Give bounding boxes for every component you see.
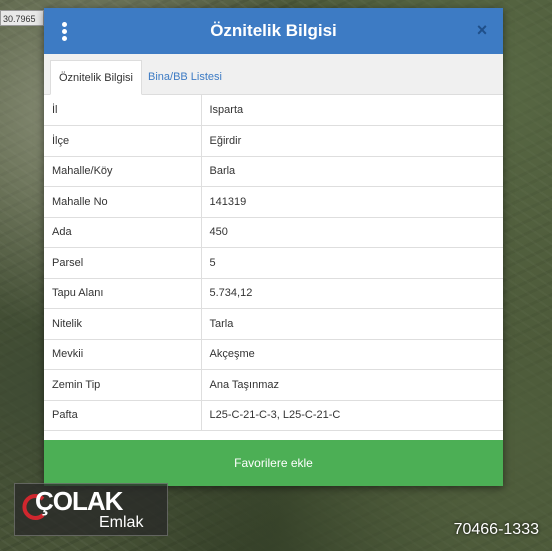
row-value: 141319 bbox=[201, 186, 503, 218]
row-value: Eğirdir bbox=[201, 125, 503, 157]
row-key: Mahalle No bbox=[44, 186, 202, 218]
coordinate-label: 30.7965 bbox=[0, 10, 44, 26]
dialog-header: Öznitelik Bilgisi × bbox=[44, 8, 503, 54]
close-icon[interactable]: × bbox=[473, 20, 491, 40]
tab-bar: Öznitelik Bilgisi Bina/BB Listesi bbox=[44, 54, 503, 95]
row-key: Pafta bbox=[44, 400, 202, 431]
attribute-table: İl Isparta İlçe Eğirdir Mahalle/Köy Barla Maha… bbox=[44, 95, 503, 431]
table-row: Ada 450 bbox=[44, 217, 503, 248]
row-key: Parsel bbox=[44, 247, 202, 279]
logo-brand-name: ÇOLAK bbox=[35, 486, 123, 516]
phone-number: 70466-1333 bbox=[453, 521, 539, 538]
row-value: Tarla bbox=[201, 308, 503, 340]
brand-logo: ÇOLAK Emlak bbox=[14, 483, 168, 536]
table-row: Tapu Alanı 5.734,12 bbox=[44, 278, 503, 309]
logo-brand-sub: Emlak bbox=[99, 514, 144, 531]
row-key: İlçe bbox=[44, 125, 202, 157]
row-value: Barla bbox=[201, 156, 503, 187]
table-row: Mahalle/Köy Barla bbox=[44, 156, 503, 187]
dialog-title: Öznitelik Bilgisi bbox=[210, 21, 337, 40]
table-row: İlçe Eğirdir bbox=[44, 125, 503, 157]
row-key: Mahalle/Köy bbox=[44, 156, 202, 187]
table-row: Pafta L25-C-21-C-3, L25-C-21-C bbox=[44, 400, 503, 431]
table-row: Zemin Tip Ana Taşınmaz bbox=[44, 369, 503, 401]
row-value: Akçeşme bbox=[201, 339, 503, 370]
row-key: Ada bbox=[44, 217, 202, 248]
table-row: Mahalle No 141319 bbox=[44, 186, 503, 218]
row-value: 5 bbox=[201, 247, 503, 279]
table-row: Parsel 5 bbox=[44, 247, 503, 279]
row-key: Nitelik bbox=[44, 308, 202, 340]
row-key: Tapu Alanı bbox=[44, 278, 202, 309]
row-value: 450 bbox=[201, 217, 503, 248]
row-key: İl bbox=[44, 95, 202, 126]
add-favorites-button[interactable]: Favorilere ekle bbox=[44, 440, 503, 486]
row-key: Zemin Tip bbox=[44, 369, 202, 401]
row-value: Isparta bbox=[201, 95, 503, 126]
tab-attribute-info[interactable]: Öznitelik Bilgisi bbox=[50, 60, 142, 95]
row-key: Mevkii bbox=[44, 339, 202, 370]
table-row: Mevkii Akçeşme bbox=[44, 339, 503, 370]
row-value: Ana Taşınmaz bbox=[201, 369, 503, 401]
table-row: Nitelik Tarla bbox=[44, 308, 503, 340]
row-value: 5.734,12 bbox=[201, 278, 503, 309]
attribute-dialog: Öznitelik Bilgisi × Öznitelik Bilgisi Bi… bbox=[44, 8, 503, 486]
table-row: İl Isparta bbox=[44, 95, 503, 126]
row-value: L25-C-21-C-3, L25-C-21-C bbox=[201, 400, 503, 431]
tab-building-list[interactable]: Bina/BB Listesi bbox=[140, 60, 230, 94]
